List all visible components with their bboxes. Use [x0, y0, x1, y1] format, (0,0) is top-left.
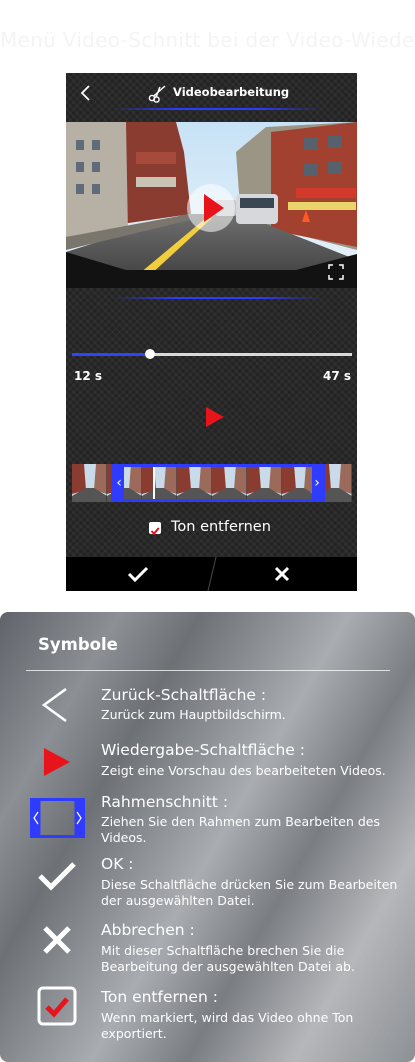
frame-trim-box[interactable]: ‹ ›: [111, 464, 325, 502]
header-accent-line: [112, 108, 322, 110]
symbols-divider: [26, 670, 390, 671]
symbols-title: Symbole: [38, 635, 118, 654]
checkmark-icon: [38, 862, 76, 891]
ok-button[interactable]: [66, 557, 211, 591]
start-time-label: 12 s: [74, 369, 103, 383]
scissors-icon: [148, 85, 166, 103]
symbol-description: Zurück zum Hauptbildschirm.: [101, 707, 286, 722]
frame-right-handle[interactable]: ›: [312, 467, 322, 499]
symbol-title: Rahmenschnitt :: [101, 793, 229, 811]
phone-screen: Videobearbeitung 12 s 47 s ‹ › Ton entfe…: [66, 73, 357, 591]
page-heading: Menü Video-Schnitt bei der Video-Wiederg…: [0, 28, 415, 52]
checkbox-checked-icon[interactable]: [149, 522, 161, 536]
symbol-title: OK :: [101, 855, 134, 873]
cancel-button[interactable]: [212, 557, 357, 591]
trim-slider-thumb[interactable]: [145, 349, 156, 359]
close-icon: [274, 566, 290, 582]
trim-slider[interactable]: [72, 349, 352, 359]
symbol-title: Zurück-Schaltfläche :: [101, 686, 267, 704]
symbol-description: Mit dieser Schaltfläche brechen Sie die …: [101, 943, 355, 974]
checkbox-checked-icon: [37, 986, 77, 1026]
symbol-description: Zeigt eine Vorschau des bearbeiteten Vid…: [101, 763, 386, 778]
frame-position-marker: [153, 467, 155, 499]
symbol-title: Abbrechen :: [101, 921, 195, 939]
frame-left-handle[interactable]: ‹: [114, 467, 124, 499]
action-bar: [66, 557, 357, 591]
checkmark-icon: [127, 566, 149, 583]
remove-sound-label: Ton entfernen: [171, 519, 271, 535]
video-play-button[interactable]: [187, 184, 235, 232]
chevron-left-icon: [41, 687, 67, 723]
symbol-description: Wenn markiert, wird das Video ohne Ton e…: [101, 1010, 354, 1041]
video-accent-line: [112, 297, 322, 299]
play-icon: [44, 748, 70, 776]
trim-slider-fill: [72, 353, 151, 356]
symbols-legend: Symbole Zurück-Schaltfläche : Zurück zum…: [0, 612, 415, 1062]
play-icon[interactable]: [205, 406, 225, 428]
play-icon: [204, 194, 224, 222]
fullscreen-icon[interactable]: [328, 264, 344, 280]
app-header: Videobearbeitung: [66, 73, 357, 118]
symbol-description: Diese Schaltfläche drücken Sie zum Bearb…: [101, 877, 398, 908]
chevron-left-icon[interactable]: [74, 81, 98, 105]
screen-title: Videobearbeitung: [173, 85, 290, 99]
symbol-description: Ziehen Sie den Rahmen zum Bearbeiten des…: [101, 814, 381, 845]
video-preview[interactable]: [66, 122, 357, 288]
symbol-title: Ton entfernen :: [101, 988, 218, 1006]
symbol-title: Wiedergabe-Schaltfläche :: [101, 741, 305, 759]
frame-trim-icon: [30, 798, 85, 838]
close-icon: [43, 926, 71, 954]
end-time-label: 47 s: [322, 369, 351, 383]
